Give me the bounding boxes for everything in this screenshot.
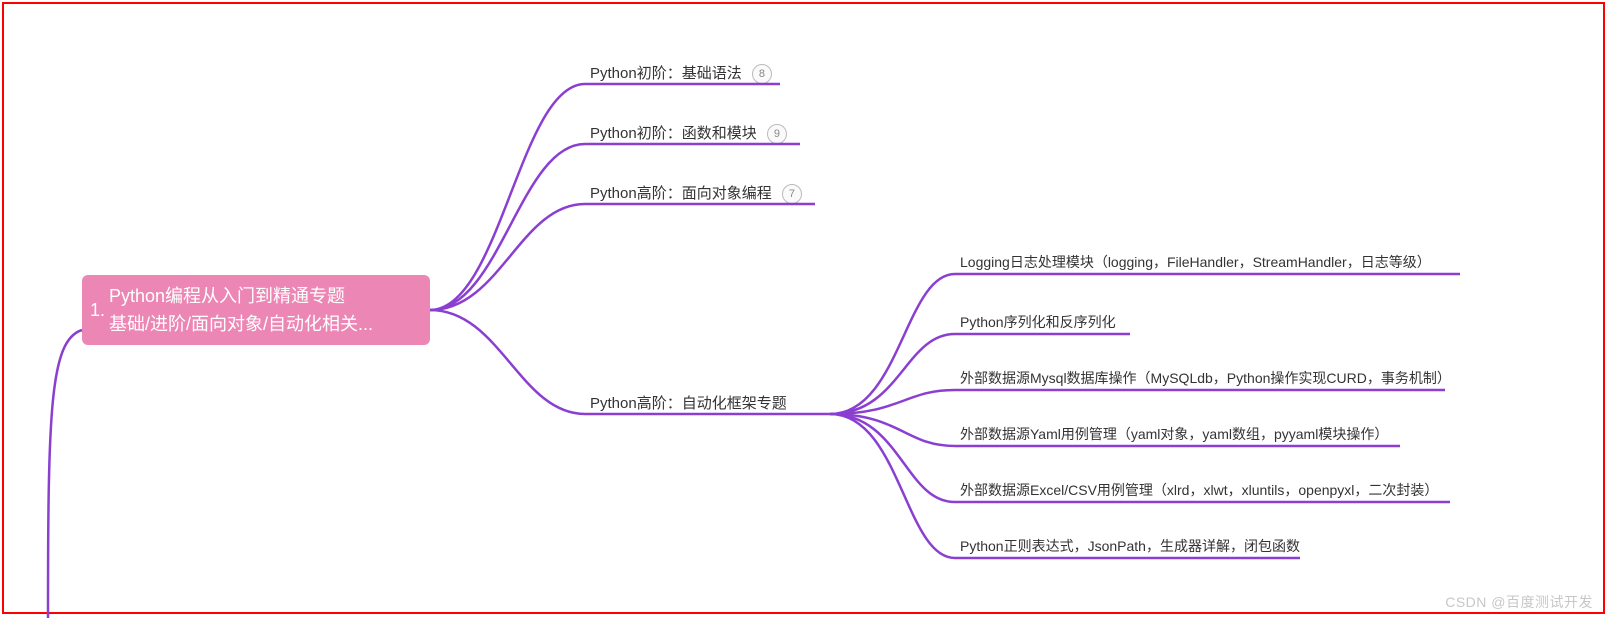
root-line2: 基础/进阶/面向对象/自动化相关... bbox=[109, 310, 373, 338]
node-l1-0-label: Python初阶：基础语法 bbox=[590, 65, 742, 82]
node-l1-1-label: Python初阶：函数和模块 bbox=[590, 125, 757, 142]
node-l2-0[interactable]: Logging日志处理模块（logging，FileHandler，Stream… bbox=[960, 252, 1431, 272]
node-l1-3[interactable]: Python高阶：自动化框架专题 bbox=[590, 392, 787, 413]
node-l2-3[interactable]: 外部数据源Yaml用例管理（yaml对象，yaml数组，pyyaml模块操作） bbox=[960, 424, 1388, 444]
badge-icon: 8 bbox=[752, 64, 772, 84]
node-l2-4[interactable]: 外部数据源Excel/CSV用例管理（xlrd，xlwt，xluntils，op… bbox=[960, 480, 1438, 500]
node-l2-0-label: Logging日志处理模块（logging，FileHandler，Stream… bbox=[960, 254, 1431, 270]
watermark-text: CSDN @百度测试开发 bbox=[1445, 592, 1593, 612]
badge-icon: 7 bbox=[782, 184, 802, 204]
node-l2-1-label: Python序列化和反序列化 bbox=[960, 314, 1116, 330]
node-l2-3-label: 外部数据源Yaml用例管理（yaml对象，yaml数组，pyyaml模块操作） bbox=[960, 426, 1388, 442]
root-node[interactable]: 1. Python编程从入门到精通专题 基础/进阶/面向对象/自动化相关... bbox=[82, 275, 430, 345]
node-l1-0[interactable]: Python初阶：基础语法 8 bbox=[590, 62, 772, 84]
node-l2-2-label: 外部数据源Mysql数据库操作（MySQLdb，Python操作实现CURD，事… bbox=[960, 370, 1451, 386]
node-l2-5-label: Python正则表达式，JsonPath，生成器详解，闭包函数 bbox=[960, 538, 1300, 554]
node-l2-5[interactable]: Python正则表达式，JsonPath，生成器详解，闭包函数 bbox=[960, 536, 1300, 556]
node-l2-4-label: 外部数据源Excel/CSV用例管理（xlrd，xlwt，xluntils，op… bbox=[960, 482, 1438, 498]
node-l1-2[interactable]: Python高阶：面向对象编程 7 bbox=[590, 182, 802, 204]
node-l2-1[interactable]: Python序列化和反序列化 bbox=[960, 312, 1116, 332]
node-l1-3-label: Python高阶：自动化框架专题 bbox=[590, 395, 787, 412]
badge-icon: 9 bbox=[767, 124, 787, 144]
root-line1: Python编程从入门到精通专题 bbox=[109, 282, 373, 310]
node-l1-2-label: Python高阶：面向对象编程 bbox=[590, 185, 772, 202]
root-index: 1. bbox=[90, 296, 105, 324]
node-l2-2[interactable]: 外部数据源Mysql数据库操作（MySQLdb，Python操作实现CURD，事… bbox=[960, 368, 1451, 388]
node-l1-1[interactable]: Python初阶：函数和模块 9 bbox=[590, 122, 787, 144]
